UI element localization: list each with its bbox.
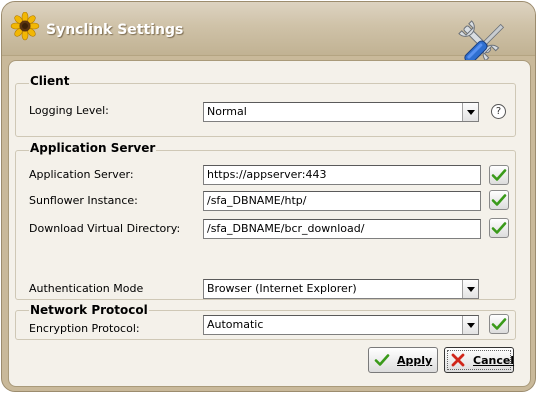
verify-download-button[interactable] [489,218,509,238]
application-server-input[interactable]: https://appserver:443 [203,165,481,185]
red-x-icon [451,353,465,367]
sunflower-instance-input[interactable]: /sfa_DBNAME/htp/ [203,191,481,211]
application-server-label: Application Server: [29,168,134,181]
encryption-protocol-select[interactable]: Automatic [203,315,479,335]
logging-level-label: Logging Level: [29,104,109,117]
chevron-down-icon[interactable] [462,103,478,121]
logging-level-value: Normal [207,105,247,118]
settings-window: Synclink Settings Client Logging Level: … [1,1,536,392]
window-title: Synclink Settings [46,22,184,38]
chevron-down-icon[interactable] [462,280,478,298]
settings-panel: Client Logging Level: Normal ? Applicati… [8,60,531,387]
apply-button[interactable]: Apply [368,347,438,373]
sunflower-icon [10,12,40,41]
encryption-protocol-label: Encryption Protocol: [29,322,140,335]
download-directory-input[interactable]: /sfa_DBNAME/bcr_download/ [203,219,481,239]
authentication-mode-value: Browser (Internet Explorer) [207,282,357,295]
encryption-protocol-value: Automatic [207,318,264,331]
authentication-mode-label: Authentication Mode [29,282,144,295]
help-icon[interactable]: ? [491,104,506,119]
green-checkmark-icon [491,222,507,234]
authentication-mode-select[interactable]: Browser (Internet Explorer) [203,279,479,299]
cancel-label: Cancel [473,354,515,367]
green-checkmark-icon [374,354,390,366]
green-checkmark-icon [491,169,507,181]
chevron-down-icon[interactable] [462,316,478,334]
network-protocol-group-title: Network Protocol [29,303,149,317]
apply-label: Apply [397,354,433,367]
verify-instance-button[interactable] [489,190,509,210]
logging-level-select[interactable]: Normal [203,102,479,122]
verify-encryption-button[interactable] [489,314,509,334]
green-checkmark-icon [491,194,507,206]
green-checkmark-icon [491,318,507,330]
client-group-title: Client [29,74,71,88]
download-directory-label: Download Virtual Directory: [29,222,181,235]
verify-server-button[interactable] [489,165,509,185]
application-server-group-title: Application Server [29,141,157,155]
sunflower-instance-label: Sunflower Instance: [29,194,138,207]
cancel-button[interactable]: Cancel [444,347,514,373]
